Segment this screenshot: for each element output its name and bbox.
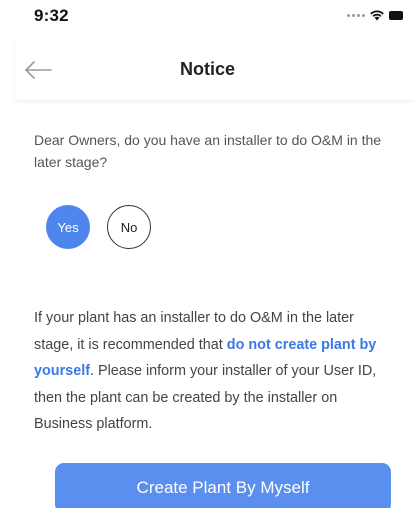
signal-dots-icon <box>347 13 365 17</box>
status-time: 9:32 <box>34 6 69 25</box>
battery-icon <box>389 10 403 20</box>
nav-bar: Notice <box>15 40 415 100</box>
create-plant-button[interactable]: Create Plant By Myself <box>55 463 391 508</box>
create-plant-button-label: Create Plant By Myself <box>136 478 310 497</box>
yes-option-label: Yes <box>57 219 79 235</box>
wifi-icon <box>370 10 384 21</box>
page-title: Notice <box>179 59 235 79</box>
status-icons <box>347 9 403 21</box>
no-option[interactable]: No <box>107 205 151 249</box>
status-bar: 9:32 <box>0 0 415 34</box>
yes-option[interactable]: Yes <box>46 205 90 249</box>
no-option-label: No <box>120 219 138 235</box>
installer-info-text: If your plant has an installer to do O&M… <box>34 305 396 438</box>
owner-question: Dear Owners, do you have an installer to… <box>34 132 382 170</box>
notice-screen: 9:32 Notice Dear Owners, do you have an … <box>0 0 415 508</box>
